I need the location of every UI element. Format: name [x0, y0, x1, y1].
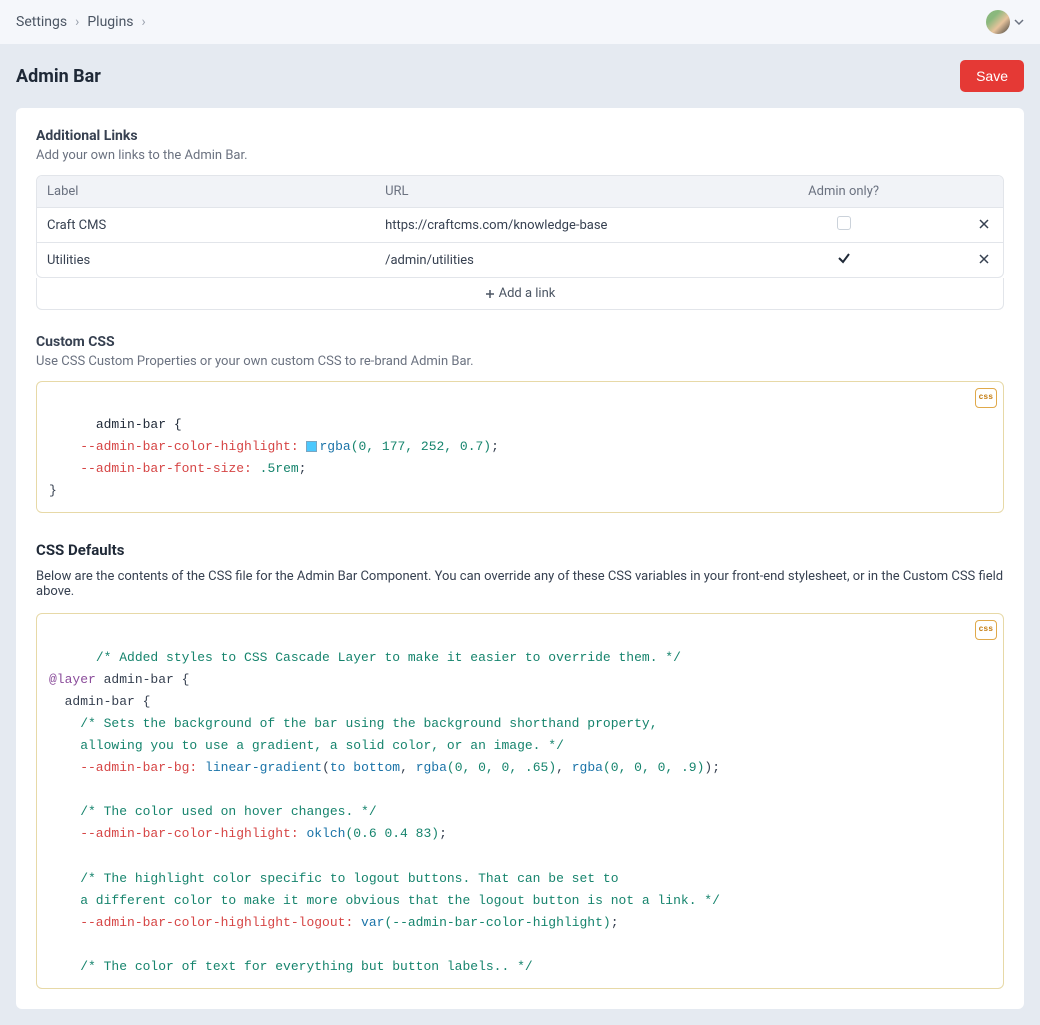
breadcrumb: Settings › Plugins › — [16, 14, 146, 30]
code-line: admin-bar { — [49, 694, 150, 709]
custom-css-editor[interactable]: css admin-bar { --admin-bar-color-highlig… — [36, 381, 1004, 513]
cell-admin-only[interactable] — [723, 243, 965, 277]
code-token: ; — [439, 826, 447, 841]
breadcrumb-plugins[interactable]: Plugins — [87, 14, 133, 30]
section-title: Additional Links — [36, 128, 1004, 144]
css-defaults-section: CSS Defaults Below are the contents of t… — [36, 541, 1004, 989]
code-line: allowing you to use a gradient, a solid … — [49, 738, 564, 753]
css-badge: css — [975, 388, 997, 408]
code-token: rgba — [416, 760, 447, 775]
code-token: ; — [299, 461, 307, 476]
breadcrumb-separator: › — [142, 14, 146, 30]
code-token: (0, 0, 0, .9) — [603, 760, 704, 775]
section-title: CSS Defaults — [36, 541, 1004, 559]
cell-url[interactable]: /admin/utilities — [375, 243, 723, 277]
code-line: /* Sets the background of the bar using … — [49, 716, 658, 731]
code-line: a different color to make it more obviou… — [49, 893, 720, 908]
code-token: , — [400, 760, 416, 775]
cell-admin-only[interactable] — [723, 208, 965, 243]
chevron-down-icon — [1014, 17, 1024, 27]
section-desc: Below are the contents of the CSS file f… — [36, 569, 1004, 599]
code-token: (0.6 0.4 83) — [345, 826, 439, 841]
close-icon — [979, 219, 989, 229]
code-line: /* Added styles to CSS Cascade Layer to … — [96, 650, 681, 665]
code-line: } — [49, 483, 57, 498]
th-label: Label — [37, 176, 375, 208]
section-title: Custom CSS — [36, 334, 1004, 350]
code-line: /* The highlight color specific to logou… — [49, 871, 619, 886]
checkbox-unchecked-icon[interactable] — [837, 216, 851, 230]
close-icon — [979, 254, 989, 264]
code-token: ; — [611, 915, 619, 930]
code-line: admin-bar { — [96, 417, 182, 432]
code-token: --admin-bar-font-size: — [80, 461, 252, 476]
code-token: to bottom — [330, 760, 400, 775]
th-delete — [964, 176, 1003, 208]
code-token: ( — [322, 760, 330, 775]
css-badge: css — [975, 620, 997, 640]
delete-row-button[interactable] — [964, 243, 1003, 277]
code-token: admin-bar { — [96, 672, 190, 687]
code-token: --admin-bar-bg: — [49, 760, 197, 775]
code-token: --admin-bar-color-highlight: — [80, 439, 298, 454]
section-desc: Add your own links to the Admin Bar. — [36, 148, 1004, 163]
color-swatch-icon — [306, 441, 317, 452]
code-line: /* The color used on hover changes. */ — [49, 804, 377, 819]
th-url: URL — [375, 176, 723, 208]
cell-label[interactable]: Craft CMS — [37, 208, 375, 243]
css-defaults-viewer[interactable]: css /* Added styles to CSS Cascade Layer … — [36, 613, 1004, 989]
code-token: ; — [491, 439, 499, 454]
code-token: (0, 177, 252, 0.7) — [351, 439, 491, 454]
topbar: Settings › Plugins › — [0, 0, 1040, 44]
avatar — [986, 10, 1010, 34]
title-row: Admin Bar Save — [0, 44, 1040, 108]
custom-css-section: Custom CSS Use CSS Custom Properties or … — [36, 334, 1004, 513]
code-token: --admin-bar-color-highlight: — [49, 826, 299, 841]
table-row: Craft CMS https://craftcms.com/knowledge… — [37, 208, 1003, 243]
breadcrumb-settings[interactable]: Settings — [16, 14, 67, 30]
code-token: , — [556, 760, 572, 775]
additional-links-section: Additional Links Add your own links to t… — [36, 128, 1004, 310]
breadcrumb-separator: › — [75, 14, 79, 30]
section-desc: Use CSS Custom Properties or your own cu… — [36, 354, 1004, 369]
page-title: Admin Bar — [16, 66, 101, 87]
plus-icon — [485, 289, 495, 299]
table-row: Utilities /admin/utilities — [37, 243, 1003, 277]
code-token: var — [353, 915, 384, 930]
links-table: Label URL Admin only? Craft CMS https://… — [36, 175, 1004, 278]
code-token: rgba — [572, 760, 603, 775]
cell-label[interactable]: Utilities — [37, 243, 375, 277]
add-link-button[interactable]: Add a link — [36, 278, 1004, 310]
code-token: ); — [704, 760, 720, 775]
code-line: /* The color of text for everything but … — [49, 959, 533, 974]
code-token: @layer — [49, 672, 96, 687]
code-token: .5rem — [252, 461, 299, 476]
code-token: --admin-bar-color-highlight-logout: — [49, 915, 353, 930]
cell-url[interactable]: https://craftcms.com/knowledge-base — [375, 208, 723, 243]
th-admin-only: Admin only? — [723, 176, 965, 208]
checkmark-icon — [837, 251, 851, 265]
user-menu[interactable] — [986, 10, 1024, 34]
code-token: linear-gradient — [197, 760, 322, 775]
code-token: oklch — [299, 826, 346, 841]
add-link-label: Add a link — [499, 286, 556, 301]
delete-row-button[interactable] — [964, 208, 1003, 243]
code-token: rgba — [319, 439, 350, 454]
code-token: (--admin-bar-color-highlight) — [384, 915, 610, 930]
save-button[interactable]: Save — [960, 60, 1024, 92]
code-token: (0, 0, 0, .65) — [447, 760, 556, 775]
settings-panel: Additional Links Add your own links to t… — [16, 108, 1024, 1009]
